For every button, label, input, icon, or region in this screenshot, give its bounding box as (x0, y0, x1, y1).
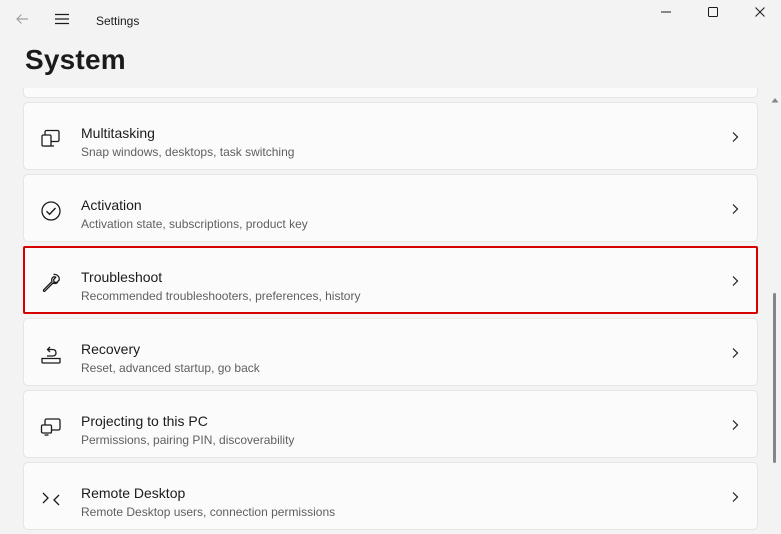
chevron-right-icon (727, 201, 743, 217)
item-title: Troubleshoot (81, 269, 163, 285)
projecting-icon (39, 415, 63, 439)
item-title: Activation (81, 197, 142, 213)
item-description: Remote Desktop users, connection permiss… (81, 505, 336, 519)
hamburger-menu-icon (54, 12, 70, 31)
vertical-scrollbar[interactable] (770, 95, 779, 515)
item-description: Reset, advanced startup, go back (81, 361, 260, 375)
wrench-icon (39, 271, 63, 295)
close-button[interactable] (737, 0, 781, 28)
item-description: Recommended troubleshooters, preferences… (81, 289, 361, 303)
settings-item-recovery[interactable]: Recovery Reset, advanced startup, go bac… (23, 318, 758, 386)
scroll-up-arrow-icon[interactable] (770, 95, 779, 105)
navigation-menu-button[interactable] (50, 10, 74, 32)
scrollbar-thumb[interactable] (773, 293, 776, 463)
back-arrow-icon (15, 12, 29, 31)
previous-list-item-partial[interactable] (23, 88, 758, 98)
close-icon (754, 5, 766, 23)
chevron-right-icon (727, 273, 743, 289)
item-title: Multitasking (81, 125, 155, 141)
settings-list: Multitasking Snap windows, desktops, tas… (23, 88, 758, 534)
remote-desktop-icon (39, 487, 63, 511)
page-title: System (25, 44, 126, 75)
chevron-right-icon (727, 345, 743, 361)
settings-item-multitasking[interactable]: Multitasking Snap windows, desktops, tas… (23, 102, 758, 170)
item-title: Projecting to this PC (81, 413, 208, 429)
item-description: Permissions, pairing PIN, discoverabilit… (81, 433, 295, 447)
minimize-icon (660, 5, 672, 23)
minimize-button[interactable] (643, 0, 689, 28)
activation-icon (39, 199, 63, 223)
recovery-icon (39, 343, 63, 367)
item-description: Snap windows, desktops, task switching (81, 145, 295, 159)
settings-item-remote-desktop[interactable]: Remote Desktop Remote Desktop users, con… (23, 462, 758, 530)
back-button[interactable] (10, 10, 34, 32)
item-title: Recovery (81, 341, 141, 357)
chevron-right-icon (727, 417, 743, 433)
chevron-right-icon (727, 489, 743, 505)
item-description: Activation state, subscriptions, product… (81, 217, 308, 231)
settings-item-activation[interactable]: Activation Activation state, subscriptio… (23, 174, 758, 242)
settings-item-troubleshoot[interactable]: Troubleshoot Recommended troubleshooters… (23, 246, 758, 314)
window-title: Settings (96, 14, 140, 28)
chevron-right-icon (727, 129, 743, 145)
maximize-button[interactable] (690, 0, 736, 28)
item-title: Remote Desktop (81, 485, 186, 501)
settings-item-projecting[interactable]: Projecting to this PC Permissions, pairi… (23, 390, 758, 458)
maximize-icon (707, 5, 719, 23)
multitasking-icon (39, 127, 63, 151)
title-bar: Settings (0, 0, 781, 40)
